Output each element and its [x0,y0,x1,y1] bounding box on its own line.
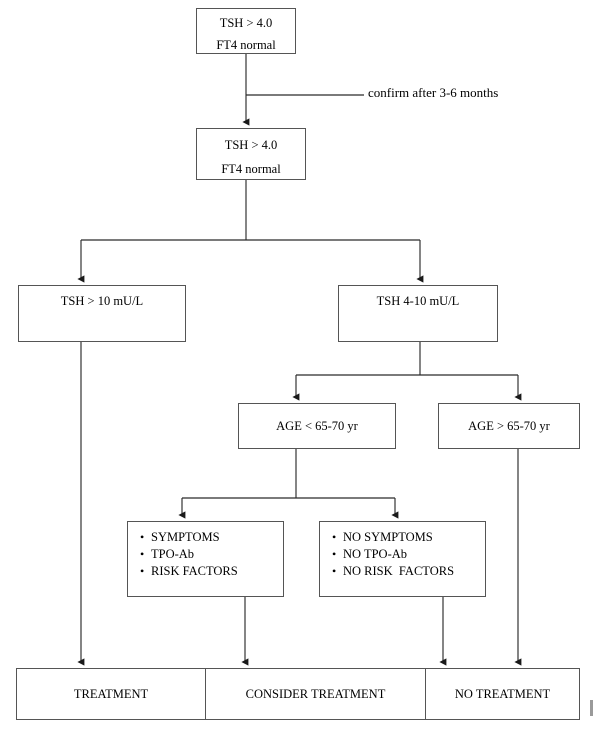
edge-label-confirm: confirm after 3-6 months [368,85,499,100]
node-tsh-over-10: TSH > 10 mU/L [18,285,186,342]
list-item: NO SYMPTOMS [332,529,485,546]
node-age-old-label: AGE > 65-70 yr [468,419,550,433]
node-age-old: AGE > 65-70 yr [438,403,580,449]
node-tsh-confirm-line2: FT4 normal [221,162,281,176]
node-tsh-confirm-line1: TSH > 4.0 [224,138,278,152]
risk-present-list: SYMPTOMS TPO-Ab RISK FACTORS [128,522,283,580]
node-tsh-confirm: TSH > 4.0 FT4 normal [196,128,306,180]
list-item: NO RISK FACTORS [332,563,485,580]
node-tsh-over-10-label: TSH > 10 mU/L [60,294,144,308]
outcome-treatment: TREATMENT [73,686,149,701]
node-tsh-initial: TSH > 4.0 FT4 normal [196,8,296,54]
list-item: TPO-Ab [140,546,283,563]
risk-absent-list: NO SYMPTOMS NO TPO-Ab NO RISK FACTORS [320,522,485,580]
flowchart-connectors [77,54,522,666]
node-age-young: AGE < 65-70 yr [238,403,396,449]
node-age-young-label: AGE < 65-70 yr [276,419,358,433]
node-tsh-4-to-10-label: TSH 4-10 mU/L [376,294,460,308]
scan-artifact-mark [590,700,593,716]
node-tsh-initial-line2: FT4 normal [216,38,276,52]
node-risk-present: SYMPTOMS TPO-Ab RISK FACTORS [127,521,284,597]
list-item: NO TPO-Ab [332,546,485,563]
list-item: SYMPTOMS [140,529,283,546]
outcome-bar: TREATMENT CONSIDER TREATMENT NO TREATMEN… [16,668,580,720]
list-item: RISK FACTORS [140,563,283,580]
node-risk-absent: NO SYMPTOMS NO TPO-Ab NO RISK FACTORS [319,521,486,597]
outcome-no-treatment: NO TREATMENT [425,669,579,719]
node-tsh-initial-line1: TSH > 4.0 [219,16,273,30]
node-tsh-4-to-10: TSH 4-10 mU/L [338,285,498,342]
outcome-consider-treatment: CONSIDER TREATMENT [205,669,425,719]
